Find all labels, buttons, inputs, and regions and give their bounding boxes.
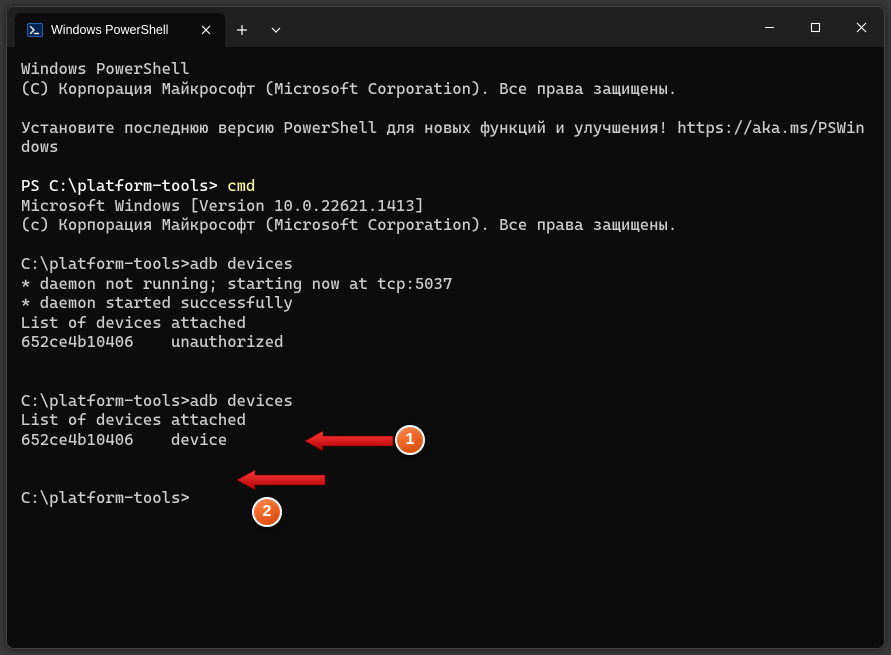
terminal-line: Microsoft Windows [Version 10.0.22621.14…	[21, 196, 874, 216]
titlebar[interactable]: Windows PowerShell	[7, 7, 884, 47]
tab-close-button[interactable]	[197, 21, 215, 39]
terminal-line: Windows PowerShell	[21, 59, 874, 79]
terminal-line: 652ce4b10406 unauthorized	[21, 332, 874, 352]
tab-powershell[interactable]: Windows PowerShell	[15, 13, 225, 47]
terminal-line: PS C:\platform-tools> cmd	[21, 176, 874, 196]
terminal-line	[21, 449, 874, 469]
tab-title: Windows PowerShell	[51, 23, 189, 37]
terminal-line: C:\platform-tools>	[21, 488, 874, 508]
terminal-line: (c) Корпорация Майкрософт (Microsoft Cor…	[21, 215, 874, 235]
terminal-line: Установите последнюю версию PowerShell д…	[21, 118, 874, 157]
terminal-line	[21, 98, 874, 118]
titlebar-drag-region[interactable]	[293, 7, 746, 47]
terminal-line: * daemon started successfully	[21, 293, 874, 313]
maximize-icon	[810, 22, 821, 33]
terminal-line: List of devices attached	[21, 313, 874, 333]
terminal-line	[21, 352, 874, 372]
terminal-body[interactable]: Windows PowerShell(C) Корпорация Майкрос…	[7, 47, 884, 648]
terminal-line: C:\platform-tools>adb devices	[21, 391, 874, 411]
terminal-line	[21, 371, 874, 391]
maximize-button[interactable]	[792, 7, 838, 47]
window-close-button[interactable]	[838, 7, 884, 47]
terminal-line	[21, 235, 874, 255]
close-icon	[856, 22, 867, 33]
tab-dropdown-button[interactable]	[259, 13, 293, 47]
terminal-line: C:\platform-tools>adb devices	[21, 254, 874, 274]
terminal-line: * daemon not running; starting now at tc…	[21, 274, 874, 294]
terminal-line	[21, 469, 874, 489]
minimize-icon	[764, 22, 775, 33]
terminal-line: List of devices attached	[21, 410, 874, 430]
powershell-icon	[27, 22, 43, 38]
minimize-button[interactable]	[746, 7, 792, 47]
terminal-line: (C) Корпорация Майкрософт (Microsoft Cor…	[21, 79, 874, 99]
window-controls	[746, 7, 884, 47]
new-tab-button[interactable]	[225, 13, 259, 47]
terminal-line: 652ce4b10406 device	[21, 430, 874, 450]
terminal-window: Windows PowerShell	[6, 6, 885, 649]
terminal-line	[21, 157, 874, 177]
close-icon	[201, 25, 211, 35]
plus-icon	[236, 24, 248, 36]
chevron-down-icon	[271, 27, 281, 33]
